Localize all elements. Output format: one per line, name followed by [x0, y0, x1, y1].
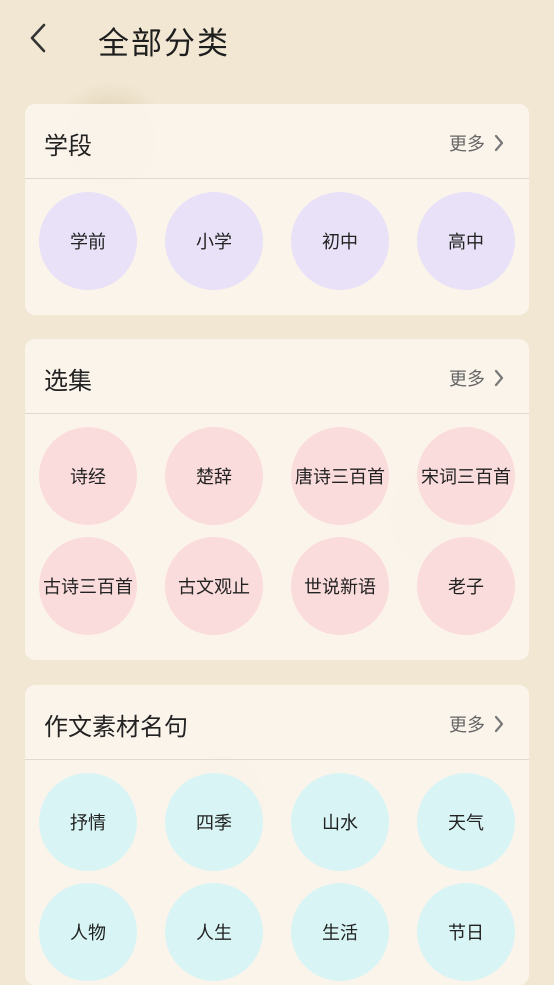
more-label: 更多 — [449, 369, 485, 390]
section-title: 作文素材名句 — [44, 713, 188, 741]
category-chip[interactable]: 初中 — [291, 192, 389, 290]
category-chip[interactable]: 世说新语 — [291, 537, 389, 635]
category-chip[interactable]: 四季 — [165, 773, 263, 871]
category-chip[interactable]: 唐诗三百首 — [291, 427, 389, 525]
section-card-anthology: 选集 更多 诗经 楚辞 唐诗三百首 宋词三百首 古诗三百首 古文观止 世说新语 … — [25, 339, 529, 660]
chevron-right-icon — [494, 369, 504, 387]
back-button[interactable] — [24, 20, 54, 56]
more-button[interactable]: 更多 — [449, 711, 505, 737]
section-card-stage: 学段 更多 学前 小学 初中 高中 — [25, 104, 529, 315]
category-chip[interactable]: 天气 — [417, 773, 515, 871]
category-chip[interactable]: 山水 — [291, 773, 389, 871]
chevron-right-icon — [494, 134, 504, 152]
category-chip[interactable]: 人物 — [39, 883, 137, 981]
category-chip[interactable]: 诗经 — [39, 427, 137, 525]
more-label: 更多 — [449, 134, 485, 155]
chevron-left-icon — [30, 23, 46, 53]
category-chip[interactable]: 学前 — [39, 192, 137, 290]
more-button[interactable]: 更多 — [449, 130, 505, 156]
category-chip[interactable]: 古诗三百首 — [39, 537, 137, 635]
section-header: 作文素材名句 更多 — [25, 685, 529, 760]
section-card-writing: 作文素材名句 更多 抒情 四季 山水 天气 人物 人生 生活 节日 — [25, 685, 529, 985]
section-header: 选集 更多 — [25, 339, 529, 414]
category-chip[interactable]: 小学 — [165, 192, 263, 290]
section-title: 选集 — [44, 367, 92, 395]
section-title: 学段 — [44, 132, 92, 160]
category-chip[interactable]: 人生 — [165, 883, 263, 981]
chevron-right-icon — [494, 715, 504, 733]
category-chip[interactable]: 高中 — [417, 192, 515, 290]
more-button[interactable]: 更多 — [449, 365, 505, 391]
category-chip[interactable]: 抒情 — [39, 773, 137, 871]
category-chip[interactable]: 古文观止 — [165, 537, 263, 635]
page-title: 全部分类 — [98, 26, 230, 62]
category-chip[interactable]: 生活 — [291, 883, 389, 981]
category-chip[interactable]: 宋词三百首 — [417, 427, 515, 525]
category-chip[interactable]: 节日 — [417, 883, 515, 981]
more-label: 更多 — [449, 715, 485, 736]
category-chip[interactable]: 楚辞 — [165, 427, 263, 525]
category-chip[interactable]: 老子 — [417, 537, 515, 635]
section-header: 学段 更多 — [25, 104, 529, 179]
header: 全部分类 — [0, 0, 554, 80]
